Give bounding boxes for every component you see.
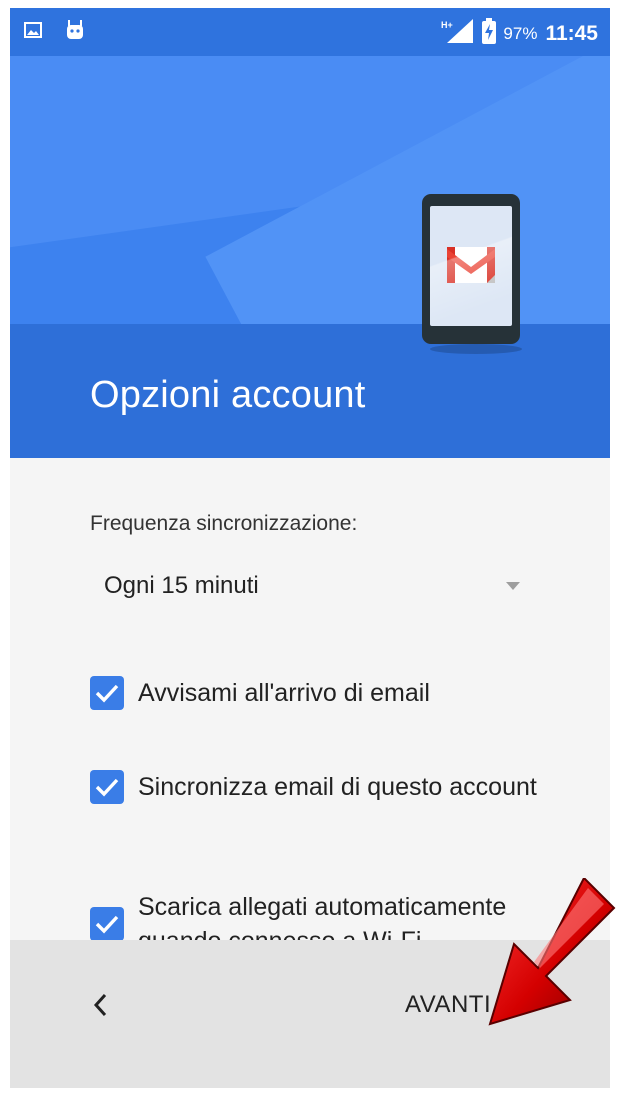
image-notification-icon (24, 22, 42, 43)
page-title: Opzioni account (90, 374, 366, 416)
battery-percent: 97% (503, 24, 538, 43)
signal-type-label: H+ (441, 20, 453, 30)
sync-label: Sincronizza email di questo account (138, 773, 537, 801)
option-sync-row[interactable]: Sincronizza email di questo account (90, 770, 538, 804)
option-notify-row[interactable]: Avvisami all'arrivo di email (90, 676, 430, 710)
bottom-navigation-bar: AVANTI (10, 940, 610, 1088)
signal-icon: H+ (441, 19, 475, 49)
check-icon (95, 684, 119, 703)
account-options-form: Frequenza sincronizzazione: Ogni 15 minu… (10, 458, 610, 955)
gmail-logo-icon (447, 247, 495, 283)
chevron-right-icon (507, 993, 520, 1017)
dropdown-arrow-icon (506, 582, 520, 590)
attachments-checkbox[interactable] (90, 907, 124, 941)
device-shadow (430, 344, 522, 354)
phone-illustration (422, 194, 520, 344)
sync-frequency-dropdown[interactable]: Ogni 15 minuti (90, 562, 530, 612)
next-button-label: AVANTI (405, 991, 492, 1018)
app-frame: H+ 97% 11:45 Opzioni account Frequenza s… (10, 8, 610, 1088)
sync-checkbox[interactable] (90, 770, 124, 804)
sync-frequency-label: Frequenza sincronizzazione: (90, 512, 358, 535)
status-bar: H+ 97% 11:45 (10, 8, 610, 56)
notify-label: Avvisami all'arrivo di email (138, 679, 430, 707)
android-notification-icon (64, 20, 86, 45)
clock: 11:45 (545, 22, 598, 45)
notify-checkbox[interactable] (90, 676, 124, 710)
check-icon (95, 778, 119, 797)
check-icon (95, 915, 119, 934)
header-banner: Opzioni account (10, 56, 610, 458)
back-button[interactable] (80, 980, 120, 1030)
next-button[interactable]: AVANTI (405, 980, 521, 1030)
battery-charging-icon (481, 18, 497, 50)
chevron-left-icon (93, 993, 107, 1017)
sync-frequency-value: Ogni 15 minuti (104, 572, 259, 599)
